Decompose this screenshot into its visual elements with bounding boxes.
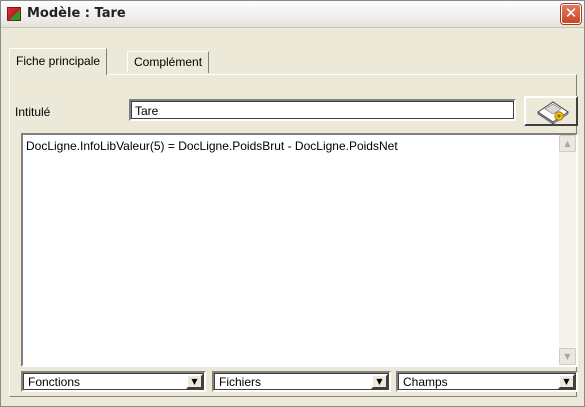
- title-bar[interactable]: Modèle : Tare ✕: [1, 1, 584, 28]
- close-button[interactable]: ✕: [561, 4, 581, 24]
- chevron-down-icon[interactable]: ▼: [186, 374, 203, 389]
- fonctions-value: Fonctions: [28, 375, 81, 389]
- intitule-label: Intitulé: [15, 105, 51, 119]
- vertical-scrollbar[interactable]: ▲ ▼: [559, 135, 576, 365]
- calculator-icon: [537, 101, 569, 124]
- window-title: Modèle : Tare: [27, 6, 126, 21]
- scroll-up-button[interactable]: ▲: [559, 135, 576, 152]
- champs-select[interactable]: Champs ▼: [396, 371, 578, 392]
- scroll-down-button[interactable]: ▼: [559, 348, 576, 365]
- champs-value: Champs: [403, 375, 448, 389]
- formula-editor[interactable]: DocLigne.InfoLibValeur(5) = DocLigne.Poi…: [21, 133, 578, 367]
- tab-complement[interactable]: Complément: [127, 51, 210, 73]
- ledger-icon: [7, 7, 21, 21]
- intitule-input[interactable]: Tare: [129, 99, 516, 121]
- fichiers-value: Fichiers: [219, 375, 262, 389]
- chevron-down-icon[interactable]: ▼: [371, 374, 388, 389]
- tab-fiche-principale[interactable]: Fiche principale: [9, 48, 108, 75]
- formula-text: DocLigne.InfoLibValeur(5) = DocLigne.Poi…: [26, 139, 398, 153]
- model-window: Modèle : Tare ✕ Fiche principale Complém…: [0, 0, 585, 407]
- fichiers-select[interactable]: Fichiers ▼: [212, 371, 391, 392]
- fonctions-select[interactable]: Fonctions ▼: [21, 371, 206, 392]
- calculator-button[interactable]: [524, 96, 578, 126]
- chevron-down-icon[interactable]: ▼: [558, 374, 575, 389]
